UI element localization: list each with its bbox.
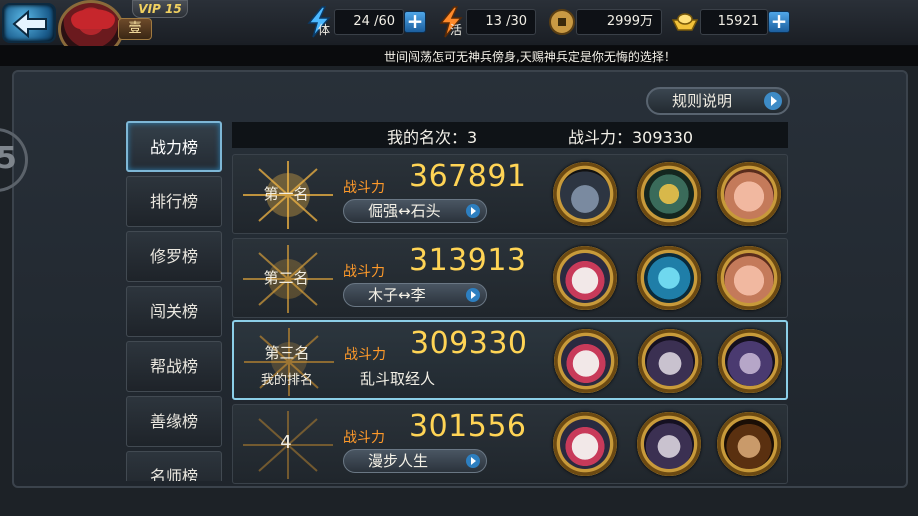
hero-avatar[interactable] xyxy=(637,246,701,310)
hero-oni-icon xyxy=(561,336,611,386)
rank-label: 4 xyxy=(280,432,292,453)
vip-badge[interactable]: VIP 15 xyxy=(132,0,188,18)
power-value: 313913 xyxy=(409,243,527,278)
ranking-row[interactable]: 第一名 战斗力 367891 倔强↔石头 xyxy=(232,154,788,234)
hero-beast-icon xyxy=(644,253,694,303)
power-label: 战斗力 xyxy=(344,347,386,363)
ranking-row[interactable]: 第二名 战斗力 313913 木子↔李 xyxy=(232,238,788,318)
rules-button-label: 规则说明 xyxy=(672,92,733,110)
tab-leaderboard[interactable]: 排行榜 xyxy=(126,176,222,227)
back-button[interactable] xyxy=(2,3,56,43)
rank-label: 第一名 xyxy=(263,185,309,203)
tab-power[interactable]: 战力榜 xyxy=(126,121,222,172)
power-value: 301556 xyxy=(409,409,527,444)
hero-monk-icon xyxy=(644,419,694,469)
announcement-bar: 世间闯荡怎可无神兵傍身,天赐神兵定是你无悔的选择！ xyxy=(0,46,918,66)
play-arrow-icon xyxy=(466,288,480,302)
power-label: 战斗力 xyxy=(343,430,385,446)
hero-pig-icon xyxy=(724,169,774,219)
power-label: 战斗力 xyxy=(343,264,385,280)
player-name: 木子↔李 xyxy=(368,286,426,304)
hero-warrior-icon xyxy=(724,419,774,469)
gold-value: 15921 xyxy=(700,9,768,35)
hero-avatar[interactable] xyxy=(638,329,702,393)
list-header: 我的名次：3 战斗力：309330 xyxy=(232,122,788,148)
my-rank-text: 我的名次：3 xyxy=(387,128,478,147)
hero-avatar[interactable] xyxy=(718,329,782,393)
copper-coin-icon xyxy=(549,9,575,35)
rank-label: 第三名 xyxy=(264,344,310,362)
ranking-row-me[interactable]: 第三名 我的排名 战斗力 309330 乱斗取经人 xyxy=(232,320,788,400)
player-name-button[interactable]: 倔强↔石头 xyxy=(343,199,487,223)
player-name: 倔强↔石头 xyxy=(368,202,441,220)
activity-tag: 活 xyxy=(450,23,463,37)
play-arrow-icon xyxy=(764,92,782,110)
gold-ingot-icon xyxy=(671,13,699,31)
play-arrow-icon xyxy=(466,454,480,468)
my-power-text: 战斗力：309330 xyxy=(568,128,694,147)
tab-master[interactable]: 名师榜 xyxy=(126,451,222,481)
power-label: 战斗力 xyxy=(343,180,385,196)
rules-button[interactable]: 规则说明 xyxy=(646,87,790,115)
hero-avatar[interactable] xyxy=(717,412,781,476)
rank-label: 第二名 xyxy=(263,269,309,287)
tab-guild-war[interactable]: 帮战榜 xyxy=(126,341,222,392)
hero-avatar[interactable] xyxy=(717,162,781,226)
hero-monk-icon xyxy=(645,336,695,386)
add-stamina-button[interactable]: + xyxy=(404,11,426,33)
hero-orc-icon xyxy=(560,169,610,219)
player-name-button[interactable]: 漫步人生 xyxy=(343,449,487,473)
hero-gold-icon xyxy=(644,169,694,219)
hero-avatar[interactable] xyxy=(553,246,617,310)
hero-avatar[interactable] xyxy=(554,329,618,393)
hero-oni-icon xyxy=(560,419,610,469)
power-value: 367891 xyxy=(409,159,527,194)
my-rank-label: 我的排名 xyxy=(260,373,313,388)
power-value: 309330 xyxy=(410,326,528,361)
ranking-tabs: 战力榜 排行榜 修罗榜 闯关榜 帮战榜 善缘榜 名师榜 xyxy=(126,121,226,481)
level-badge: 壹 xyxy=(118,18,152,40)
tab-stages[interactable]: 闯关榜 xyxy=(126,286,222,337)
player-name: 乱斗取经人 xyxy=(360,370,436,388)
top-bar: VIP 15 壹 体 24 /60 + 活 13 /30 2999万 15921… xyxy=(0,0,918,58)
activity-value: 13 /30 xyxy=(466,9,536,35)
hero-avatar[interactable] xyxy=(637,412,701,476)
coins-value: 2999万 xyxy=(576,9,662,35)
stamina-value: 24 /60 xyxy=(334,9,404,35)
hero-pig-icon xyxy=(724,253,774,303)
announcement-text: 世间闯荡怎可无神兵傍身,天赐神兵定是你无悔的选择！ xyxy=(384,50,676,64)
player-name-button[interactable]: 木子↔李 xyxy=(343,283,487,307)
tab-asura[interactable]: 修罗榜 xyxy=(126,231,222,282)
play-arrow-icon xyxy=(466,204,480,218)
hero-avatar[interactable] xyxy=(553,162,617,226)
tab-charity[interactable]: 善缘榜 xyxy=(126,396,222,447)
back-arrow-icon xyxy=(12,10,47,38)
hero-mage-icon xyxy=(725,336,775,386)
add-gold-button[interactable]: + xyxy=(768,11,790,33)
stamina-tag: 体 xyxy=(318,23,331,37)
hero-oni-icon xyxy=(560,253,610,303)
hero-avatar[interactable] xyxy=(553,412,617,476)
hero-avatar[interactable] xyxy=(717,246,781,310)
player-name: 漫步人生 xyxy=(368,452,429,470)
hero-avatar[interactable] xyxy=(637,162,701,226)
ranking-row[interactable]: 4 战斗力 301556 漫步人生 xyxy=(232,404,788,484)
